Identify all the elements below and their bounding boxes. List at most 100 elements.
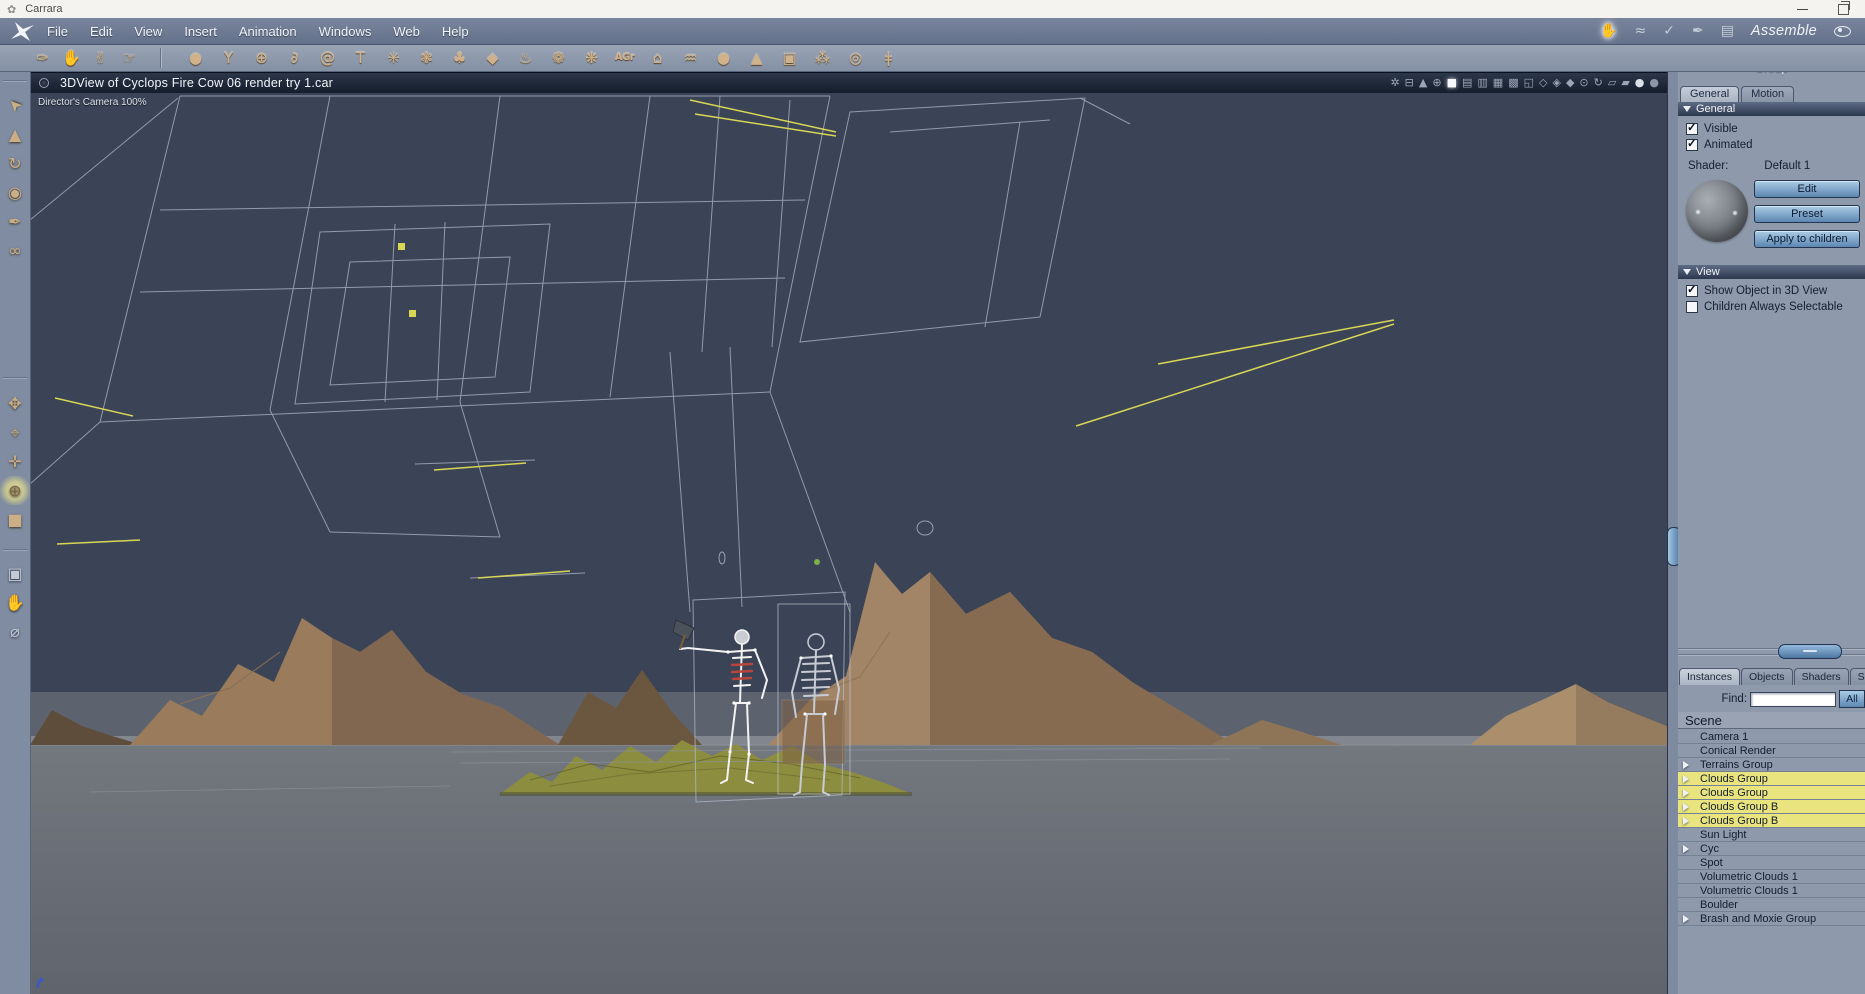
spline-mode-icon[interactable]: ≈	[1634, 18, 1646, 44]
menu-help[interactable]: Help	[431, 24, 480, 39]
duck-primitive-icon[interactable]: ∂	[284, 45, 305, 71]
scene-list-item[interactable]: Spot	[1678, 856, 1865, 870]
rotate-view-icon[interactable]: ↻	[1594, 73, 1603, 93]
viewport-collapse-dot[interactable]	[39, 78, 49, 88]
terrain-preview-icon[interactable]: ▲	[1419, 73, 1427, 93]
tab-shaders[interactable]: Shaders	[1793, 668, 1849, 685]
point-tool-icon[interactable]: ☞	[119, 45, 140, 71]
disclosure-arrow-icon[interactable]	[1683, 803, 1689, 811]
section-header-general[interactable]: General	[1678, 102, 1865, 116]
find-all-button[interactable]: All	[1839, 690, 1865, 708]
restore-button[interactable]	[1838, 0, 1850, 15]
split-1-2-layout-icon[interactable]: ▥	[1477, 73, 1487, 93]
spotlight-object-icon[interactable]: ▲	[746, 45, 767, 71]
rotate-tool-icon[interactable]: ↻	[0, 149, 30, 178]
menu-edit[interactable]: Edit	[79, 24, 123, 39]
scene-list-item[interactable]: Clouds Group	[1678, 786, 1865, 800]
menu-insert[interactable]: Insert	[173, 24, 228, 39]
scene-list-item[interactable]: Volumetric Clouds 1	[1678, 884, 1865, 898]
camera-object-icon[interactable]: ▣	[779, 45, 800, 71]
atmosphere-agr-icon[interactable]: AGr	[614, 45, 635, 71]
checkbox[interactable]	[1686, 136, 1698, 151]
scene-list-item[interactable]: Brash and Moxie Group	[1678, 912, 1865, 926]
scene-list-item[interactable]: Clouds Group B	[1678, 800, 1865, 814]
disclosure-arrow-icon[interactable]	[1683, 775, 1689, 783]
grid-4b-layout-icon[interactable]: ▩	[1508, 73, 1518, 93]
vertex-mode-icon[interactable]: ✓	[1663, 18, 1675, 44]
grid-4-layout-icon[interactable]: ▦	[1493, 73, 1503, 93]
pen-mode-icon[interactable]: ✒	[1692, 18, 1704, 44]
panel-splitter-handle[interactable]	[1778, 644, 1842, 659]
hierarchy-toggle-icon[interactable]: ⊟	[1405, 73, 1414, 93]
find-input[interactable]	[1750, 691, 1837, 707]
move-tool-icon[interactable]: ✥	[0, 389, 30, 418]
tab-sounds[interactable]: Sounds	[1849, 668, 1865, 685]
pen-knife-tool-icon[interactable]: ✒	[0, 207, 30, 236]
visible-checkbox[interactable]: Visible	[1686, 120, 1753, 135]
scene-list-item[interactable]: Terrains Group	[1678, 758, 1865, 772]
menu-windows[interactable]: Windows	[308, 24, 383, 39]
terrain-object-icon[interactable]: ♒	[680, 45, 701, 71]
menu-animation[interactable]: Animation	[228, 24, 308, 39]
target-helper-icon[interactable]: ◎	[845, 45, 866, 71]
scene-header[interactable]: Scene	[1678, 712, 1865, 729]
eye-icon[interactable]	[1834, 25, 1851, 37]
link-tool-icon[interactable]: ∞	[0, 236, 30, 265]
shader-preview-sphere[interactable]	[1686, 180, 1748, 242]
tree-object-icon[interactable]: ♣	[449, 45, 470, 71]
solid-cube-icon[interactable]: ▰	[1621, 73, 1629, 93]
scene-list-item[interactable]: Sun Light	[1678, 828, 1865, 842]
scene-list-item[interactable]: Conical Render	[1678, 744, 1865, 758]
film-mode-icon[interactable]: ▤	[1721, 18, 1734, 44]
shield-scene-view-icon[interactable]: ◆	[1566, 73, 1574, 93]
disclosure-arrow-icon[interactable]	[1683, 789, 1689, 797]
sphere-primitive-icon[interactable]: ●	[185, 45, 206, 71]
apply-to-children-button[interactable]: Apply to children	[1754, 230, 1860, 248]
zoom-tool-icon[interactable]: ⌀	[0, 617, 30, 646]
text-object-icon[interactable]: T	[350, 45, 371, 71]
pan-hand-icon[interactable]: ✋	[1600, 18, 1617, 44]
shield-figure-view-icon[interactable]: ◈	[1552, 73, 1560, 93]
ring-disc-tool-icon[interactable]: ◉	[0, 178, 30, 207]
fire-object-icon[interactable]: ♨	[515, 45, 536, 71]
room-corner-tool-icon[interactable]: ■	[0, 505, 30, 534]
blob-object-icon[interactable]: ●	[713, 45, 734, 71]
wireframe-cube-icon[interactable]: ▱	[1608, 73, 1616, 93]
checkbox[interactable]	[1686, 120, 1698, 135]
tab-objects[interactable]: Objects	[1740, 668, 1793, 685]
tab-motion[interactable]: Motion	[1741, 86, 1795, 102]
disclosure-arrow-icon[interactable]	[1683, 845, 1689, 853]
minimize-button[interactable]	[1797, 8, 1808, 10]
menu-file[interactable]: File	[36, 24, 79, 39]
scene-list-item[interactable]: Cyc	[1678, 842, 1865, 856]
section-header-view[interactable]: View	[1678, 265, 1865, 279]
scene-list-item[interactable]: Volumetric Clouds 1	[1678, 870, 1865, 884]
camera-tool-icon[interactable]: ▣	[0, 559, 30, 588]
shaded-sphere-light-icon[interactable]: ●	[1635, 73, 1645, 93]
animated-checkbox[interactable]: Animated	[1686, 136, 1753, 151]
move-plane-tool-icon[interactable]: ⌖	[0, 418, 30, 447]
mode-label[interactable]: Assemble	[1751, 23, 1817, 39]
move-3d-tool-icon[interactable]: ✛	[0, 447, 30, 476]
rock-object-icon[interactable]: ◆	[482, 45, 503, 71]
viewport-3d[interactable]: Director's Camera 100%	[30, 92, 1667, 994]
wire-globe-icon[interactable]: ⊕	[251, 45, 272, 71]
bone-object-icon[interactable]: ǂ	[878, 45, 899, 71]
bone-wrench-tool-icon[interactable]: ✑	[32, 45, 53, 71]
show-object-checkbox[interactable]: Show Object in 3D View	[1686, 282, 1843, 297]
select-arrow-tool-icon[interactable]: ➤	[0, 91, 30, 120]
cloud-object-icon[interactable]: ❁	[548, 45, 569, 71]
scene-list-item[interactable]: Clouds Group	[1678, 772, 1865, 786]
particle-ball-icon[interactable]: ✳	[383, 45, 404, 71]
shield-grid-view-icon[interactable]: ◇	[1539, 73, 1547, 93]
scene-list-item[interactable]: Clouds Group B	[1678, 814, 1865, 828]
particles-toggle-icon[interactable]: ✲	[1390, 73, 1399, 93]
building-object-icon[interactable]: ⌂	[647, 45, 668, 71]
group-hierarchy-icon[interactable]: ⁂	[812, 45, 833, 71]
checkbox[interactable]	[1686, 300, 1698, 313]
children-selectable-checkbox[interactable]: Children Always Selectable	[1686, 300, 1843, 313]
tab-instances[interactable]: Instances	[1679, 668, 1740, 685]
preset-button[interactable]: Preset	[1754, 205, 1860, 223]
pan-view-tool-icon[interactable]: ✋	[0, 588, 30, 617]
menu-web[interactable]: Web	[382, 24, 431, 39]
